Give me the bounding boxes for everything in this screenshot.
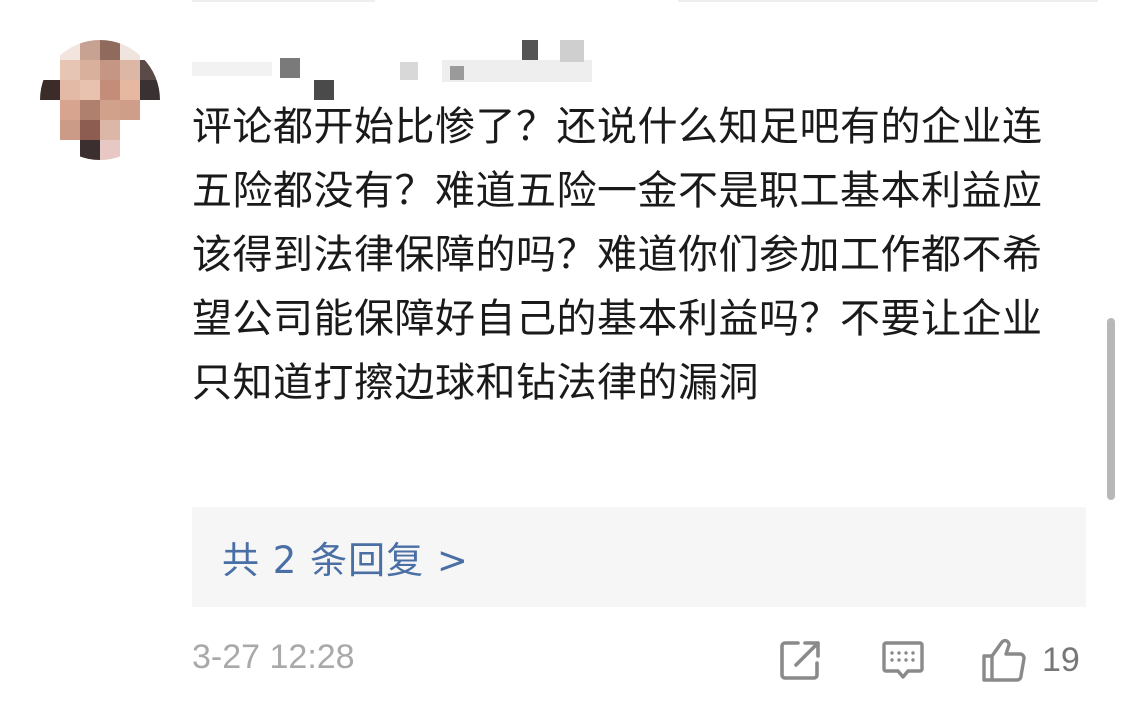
- username-redacted[interactable]: [192, 40, 612, 100]
- comment-icon: [882, 641, 924, 679]
- replies-count-label: 共 2 条回复 >: [222, 539, 469, 582]
- like-button[interactable]: 19: [980, 634, 1080, 686]
- top-divider-left: [192, 0, 375, 2]
- share-button[interactable]: [778, 634, 824, 686]
- comment-body: 评论都开始比惨了？还说什么知足吧有的企业连五险都没有？难道五险一金不是职工基本利…: [192, 104, 1043, 406]
- avatar[interactable]: [40, 40, 160, 160]
- comment-button[interactable]: [880, 634, 926, 686]
- scrollbar-thumb[interactable]: [1107, 318, 1115, 500]
- like-count: 19: [1042, 640, 1080, 679]
- top-divider-right: [678, 0, 1098, 2]
- comment-timestamp: 3-27 12:28: [192, 638, 355, 676]
- view-replies-button[interactable]: 共 2 条回复 >: [192, 507, 1086, 607]
- thumbs-up-icon: [982, 638, 1026, 682]
- comment-card: 评论都开始比惨了？还说什么知足吧有的企业连五险都没有？难道五险一金不是职工基本利…: [0, 0, 1125, 710]
- share-icon: [780, 641, 820, 680]
